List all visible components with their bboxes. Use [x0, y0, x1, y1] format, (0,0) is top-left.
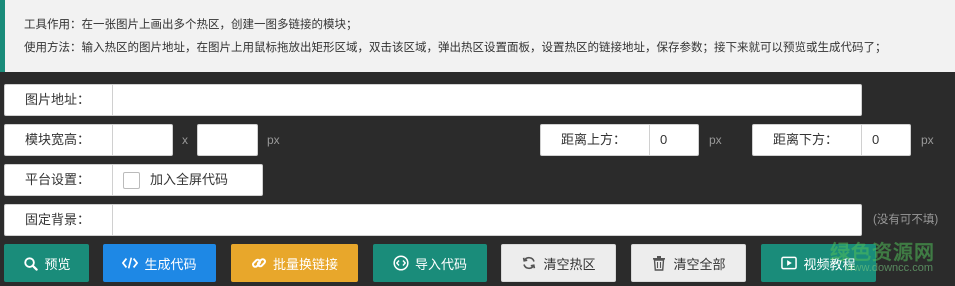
bottom-distance-label: 距离下方：	[752, 124, 862, 156]
top-distance-input[interactable]: 0	[649, 124, 699, 156]
generate-code-button[interactable]: 生成代码	[103, 244, 216, 282]
generate-code-label: 生成代码	[144, 256, 197, 272]
refresh-icon	[521, 255, 537, 271]
image-url-row: 图片地址：	[0, 84, 955, 116]
clear-all-label: 清空全部	[673, 256, 726, 272]
video-tutorial-button[interactable]: 视频教程	[761, 244, 876, 282]
preview-button[interactable]: 预览	[4, 244, 89, 282]
clear-hotspots-label: 清空热区	[543, 256, 596, 272]
fullscreen-option[interactable]: 加入全屏代码	[112, 164, 263, 196]
background-label: 固定背景：	[4, 204, 113, 236]
image-url-input[interactable]	[112, 84, 862, 116]
video-icon	[781, 255, 798, 271]
top-distance-label: 距离上方：	[540, 124, 650, 156]
background-hint: (没有可不填)	[873, 214, 939, 226]
tool-description-panel: 工具作用：在一张图片上画出多个热区，创建一图多链接的模块； 使用方法：输入热区的…	[0, 0, 955, 72]
import-code-label: 导入代码	[414, 256, 467, 272]
import-code-button[interactable]: 导入代码	[373, 244, 487, 282]
preview-button-label: 预览	[44, 256, 71, 272]
background-row: 固定背景： (没有可不填)	[0, 204, 955, 236]
search-icon	[22, 255, 38, 271]
module-width-input[interactable]	[112, 124, 173, 156]
clear-hotspots-button[interactable]: 清空热区	[501, 244, 616, 282]
size-separator: x	[182, 133, 188, 147]
bottom-distance-input[interactable]: 0	[861, 124, 911, 156]
fullscreen-checkbox-label[interactable]: 加入全屏代码	[150, 165, 228, 195]
image-url-label: 图片地址：	[4, 84, 113, 116]
module-height-input[interactable]	[197, 124, 258, 156]
fullscreen-checkbox[interactable]	[123, 172, 140, 189]
module-size-label: 模块宽高：	[4, 124, 113, 156]
platform-row: 平台设置： 加入全屏代码	[0, 164, 955, 196]
video-tutorial-label: 视频教程	[803, 256, 856, 272]
code-file-icon	[393, 255, 409, 271]
tool-purpose-text: 工具作用：在一张图片上画出多个热区，创建一图多链接的模块；	[24, 19, 358, 31]
clear-all-button[interactable]: 清空全部	[631, 244, 746, 282]
module-size-row: 模块宽高： x px 距离上方： 0 px 距离下方： 0 px	[0, 124, 955, 156]
batch-replace-links-button[interactable]: 批量换链接	[231, 244, 358, 282]
top-distance-unit: px	[709, 133, 722, 147]
link-icon	[251, 255, 267, 271]
trash-icon	[651, 255, 667, 271]
usage-instructions-text: 使用方法：输入热区的图片地址，在图片上用鼠标拖放出矩形区域，双击该区域，弹出热区…	[24, 42, 887, 54]
code-icon	[122, 255, 139, 271]
size-unit: px	[267, 133, 280, 147]
bottom-distance-unit: px	[921, 133, 934, 147]
batch-replace-label: 批量换链接	[272, 256, 338, 272]
background-input[interactable]	[112, 204, 862, 236]
platform-label: 平台设置：	[4, 164, 113, 196]
